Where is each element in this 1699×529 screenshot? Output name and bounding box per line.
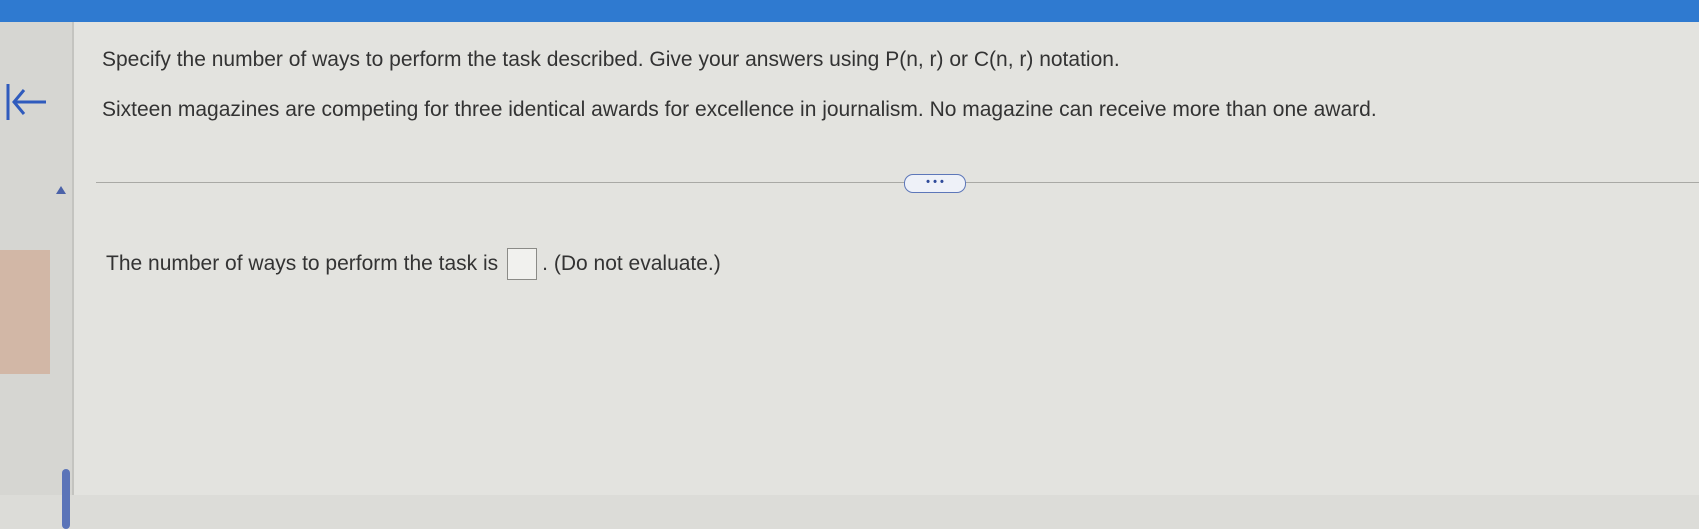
more-options-button[interactable]: • • • xyxy=(904,174,966,193)
scrollbar-thumb[interactable] xyxy=(62,469,70,529)
section-divider xyxy=(96,182,1699,183)
top-bar xyxy=(0,0,1699,22)
question-panel: Specify the number of ways to perform th… xyxy=(74,22,1699,495)
rail-highlight xyxy=(0,250,50,374)
answer-row: The number of ways to perform the task i… xyxy=(106,248,721,280)
answer-input[interactable] xyxy=(507,248,538,280)
back-to-start-icon[interactable] xyxy=(4,80,50,124)
instruction-text: Specify the number of ways to perform th… xyxy=(102,48,1120,71)
answer-suffix: . (Do not evaluate.) xyxy=(542,252,721,275)
left-rail xyxy=(0,22,74,529)
answer-prefix: The number of ways to perform the task i… xyxy=(106,252,499,275)
problem-text: Sixteen magazines are competing for thre… xyxy=(102,98,1377,121)
triangle-up-icon[interactable] xyxy=(56,186,66,194)
